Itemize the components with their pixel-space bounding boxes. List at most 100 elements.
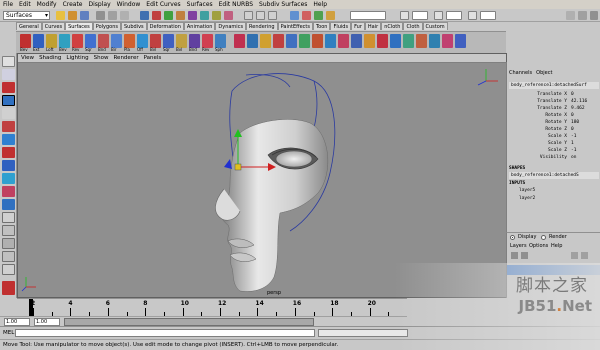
revolve-icon[interactable] (124, 34, 135, 48)
y-field-icon[interactable] (434, 11, 443, 20)
mask-misc-icon[interactable] (224, 11, 233, 20)
layer-menu-layers[interactable]: Layers (510, 243, 527, 249)
input-line-field[interactable] (350, 11, 386, 20)
show-manipulator-icon[interactable] (2, 160, 15, 171)
attr-value[interactable]: 1 (571, 140, 574, 147)
mask-handles-icon[interactable] (140, 11, 149, 20)
last-tool-icon[interactable] (2, 173, 15, 184)
mask-dynamics-icon[interactable] (200, 11, 209, 20)
render-globals-icon[interactable] (326, 11, 335, 20)
tab-fur[interactable]: Fur (351, 22, 365, 30)
tab-cloth[interactable]: Cloth (403, 22, 423, 30)
loft-icon[interactable] (137, 34, 148, 48)
snap-curve-icon[interactable] (256, 11, 265, 20)
input-item[interactable]: layer2 (519, 195, 535, 202)
align-surfaces-icon[interactable] (312, 34, 323, 48)
snap-grid-icon[interactable] (244, 11, 253, 20)
tab-hair[interactable]: Hair (364, 22, 382, 30)
rotate-tool-icon[interactable] (2, 108, 15, 119)
nurbs-sphere-icon[interactable] (20, 34, 31, 48)
attr-row[interactable]: Rotate Y 180 (509, 119, 599, 126)
layout-persp-graph-icon[interactable] (2, 225, 15, 236)
round-tool-icon[interactable] (390, 34, 401, 48)
layout-single-icon[interactable] (2, 186, 15, 197)
z-input-field[interactable] (480, 11, 496, 20)
vp-menu-panels[interactable]: Panels (144, 55, 162, 61)
x-field-icon[interactable] (400, 11, 409, 20)
menu-subdiv-surfaces[interactable]: Subdiv Surfaces (259, 1, 307, 8)
attr-value[interactable]: 180 (571, 119, 579, 126)
paint-select-icon[interactable] (2, 82, 15, 93)
rebuild-surfaces-icon[interactable] (377, 34, 388, 48)
lasso-tool-icon[interactable] (2, 69, 15, 80)
offset-surfaces-icon[interactable] (364, 34, 375, 48)
layout-custom-icon[interactable] (2, 264, 15, 275)
attr-value[interactable]: 9.462 (571, 105, 585, 112)
surface-fillet-icon[interactable] (403, 34, 414, 48)
planar-icon[interactable] (150, 34, 161, 48)
attr-value[interactable]: 0 (571, 91, 574, 98)
nurbs-cone-icon[interactable] (59, 34, 70, 48)
intersect-surfaces-icon[interactable] (247, 34, 258, 48)
menu-help[interactable]: Help (313, 1, 327, 8)
attr-value[interactable]: 0 (571, 126, 574, 133)
select-tool-icon[interactable] (2, 56, 15, 67)
nurbs-circle-icon[interactable] (98, 34, 109, 48)
attr-row[interactable]: Scale Y 1 (509, 140, 599, 147)
scale-tool-icon[interactable] (2, 121, 15, 132)
attr-row[interactable]: Visibility on (509, 154, 599, 161)
attr-row[interactable]: Rotate Z 0 (509, 126, 599, 133)
tab-fluids[interactable]: Fluids (330, 22, 352, 30)
layout-four-icon[interactable] (2, 199, 15, 210)
tab-surfaces[interactable]: Surfaces (65, 22, 93, 30)
surface-editing-icon[interactable] (442, 34, 453, 48)
booleans-icon[interactable] (455, 34, 466, 48)
tab-deformation[interactable]: Deformation (146, 22, 184, 30)
attr-row[interactable]: Scale Z -1 (509, 147, 599, 154)
render-icon[interactable] (302, 11, 311, 20)
input-item[interactable]: layer5 (519, 187, 535, 194)
detach-surfaces-icon[interactable] (299, 34, 310, 48)
soft-mod-icon[interactable] (2, 147, 15, 158)
time-slider[interactable]: 2 4 6 8 10 12 14 16 18 20 (17, 298, 407, 317)
nurbs-torus-icon[interactable] (85, 34, 96, 48)
attr-value[interactable]: on (571, 154, 576, 161)
ipr-render-icon[interactable] (314, 11, 323, 20)
command-input[interactable] (15, 329, 315, 337)
tab-curves[interactable]: Curves (41, 22, 66, 30)
channel-box-toggle-icon[interactable] (566, 11, 575, 20)
z-field-icon[interactable] (468, 11, 477, 20)
range-slider[interactable] (64, 318, 314, 326)
mask-deformations-icon[interactable] (188, 11, 197, 20)
layer-menu-help[interactable]: Help (551, 243, 562, 249)
start-time-field[interactable]: 1.00 (4, 318, 30, 326)
display-radio[interactable] (510, 235, 515, 240)
nurbs-cylinder-icon[interactable] (46, 34, 57, 48)
nurbs-square-icon[interactable] (111, 34, 122, 48)
extrude-icon[interactable] (163, 34, 174, 48)
new-layer-selected-icon[interactable] (581, 252, 588, 259)
vp-menu-view[interactable]: View (21, 55, 34, 61)
square-surface-icon[interactable] (202, 34, 213, 48)
tab-painteffects[interactable]: PaintEffects (277, 22, 313, 30)
attr-value[interactable]: -1 (571, 133, 576, 140)
x-input-field[interactable] (412, 11, 428, 20)
attr-row[interactable]: Translate X 0 (509, 91, 599, 98)
layer-up-icon[interactable] (511, 252, 518, 259)
project-curve-icon[interactable] (234, 34, 245, 48)
attr-row[interactable]: Translate Z 9.462 (509, 105, 599, 112)
mask-curves-icon[interactable] (164, 11, 173, 20)
menu-file[interactable]: File (3, 1, 13, 8)
mask-surfaces-icon[interactable] (176, 11, 185, 20)
y-input-field[interactable] (446, 11, 462, 20)
vp-menu-lighting[interactable]: Lighting (66, 55, 88, 61)
vp-menu-renderer[interactable]: Renderer (113, 55, 138, 61)
tab-channels[interactable]: Channels (509, 70, 532, 76)
menu-set-select[interactable]: Surfaces (3, 11, 50, 20)
tab-object[interactable]: Object (536, 70, 552, 76)
save-scene-icon[interactable] (80, 11, 89, 20)
shape-name[interactable]: body_reference1:detachedS (509, 172, 599, 179)
tab-animation[interactable]: Animation (183, 22, 216, 30)
tab-subdivs[interactable]: Subdivs (121, 22, 147, 30)
attr-row[interactable]: Translate Y 42.116 (509, 98, 599, 105)
